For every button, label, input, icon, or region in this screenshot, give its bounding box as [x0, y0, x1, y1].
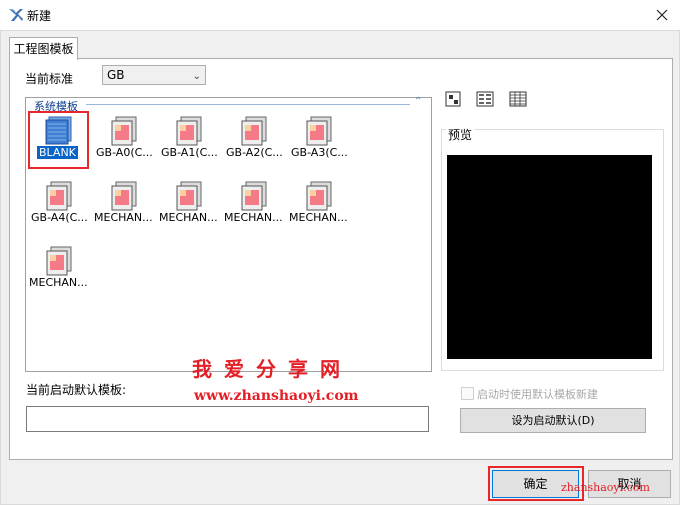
template-drawing-icon[interactable]: [238, 180, 270, 212]
template-blank-icon[interactable]: [43, 115, 75, 147]
template-drawing-icon[interactable]: [43, 180, 75, 212]
template-label[interactable]: GB-A0(C...: [96, 146, 153, 159]
group-divider: [86, 104, 410, 105]
watermark-text: 我爱分享网: [192, 357, 352, 381]
standard-value: GB: [107, 68, 125, 82]
template-label[interactable]: MECHAN...: [94, 211, 153, 224]
collapse-icon[interactable]: ⌃: [414, 96, 422, 107]
close-icon: [656, 9, 668, 21]
template-drawing-icon[interactable]: [43, 245, 75, 277]
tab-drawing-templates[interactable]: 工程图模板: [9, 37, 78, 60]
list-icon: [476, 91, 494, 107]
watermark-url-corner: zhanshaoyi.com: [561, 481, 650, 494]
title-bar: [0, 0, 680, 30]
template-drawing-icon[interactable]: [108, 180, 140, 212]
startup-template-label: 当前启动默认模板:: [26, 383, 127, 397]
template-label[interactable]: MECHAN...: [289, 211, 348, 224]
template-drawing-icon[interactable]: [303, 115, 335, 147]
window-title: 新建: [27, 9, 52, 23]
close-button[interactable]: [650, 4, 674, 26]
set-default-button[interactable]: 设为启动默认(D): [460, 408, 646, 433]
template-label[interactable]: GB-A1(C...: [161, 146, 218, 159]
details-icon: [509, 91, 527, 107]
template-label[interactable]: GB-A4(C...: [31, 211, 88, 224]
preview-label: 预览: [446, 126, 475, 143]
preview-canvas: [447, 155, 652, 359]
standard-label: 当前标准: [25, 72, 74, 86]
template-label[interactable]: MECHAN...: [224, 211, 283, 224]
details-view-button[interactable]: [509, 91, 527, 107]
template-drawing-icon[interactable]: [173, 180, 205, 212]
template-label[interactable]: MECHAN...: [29, 276, 88, 289]
watermark-url: www.zhanshaoyi.com: [194, 388, 359, 404]
chevron-down-icon: ⌄: [192, 71, 201, 82]
template-drawing-icon[interactable]: [303, 180, 335, 212]
large-icons-view-button[interactable]: [444, 91, 462, 107]
template-drawing-icon[interactable]: [108, 115, 140, 147]
startup-template-field[interactable]: [26, 406, 429, 432]
standard-select[interactable]: GB ⌄: [102, 65, 206, 85]
template-label[interactable]: MECHAN...: [159, 211, 218, 224]
startup-default-checkbox[interactable]: [461, 387, 474, 400]
template-label[interactable]: GB-A2(C...: [226, 146, 283, 159]
large-icons-icon: [445, 91, 461, 107]
template-label[interactable]: BLANK: [37, 146, 78, 159]
template-drawing-icon[interactable]: [238, 115, 270, 147]
template-drawing-icon[interactable]: [173, 115, 205, 147]
template-label[interactable]: GB-A3(C...: [291, 146, 348, 159]
startup-default-checkbox-label: 启动时使用默认模板新建: [477, 388, 598, 401]
app-logo-icon: [7, 6, 25, 24]
list-view-button[interactable]: [476, 91, 494, 107]
